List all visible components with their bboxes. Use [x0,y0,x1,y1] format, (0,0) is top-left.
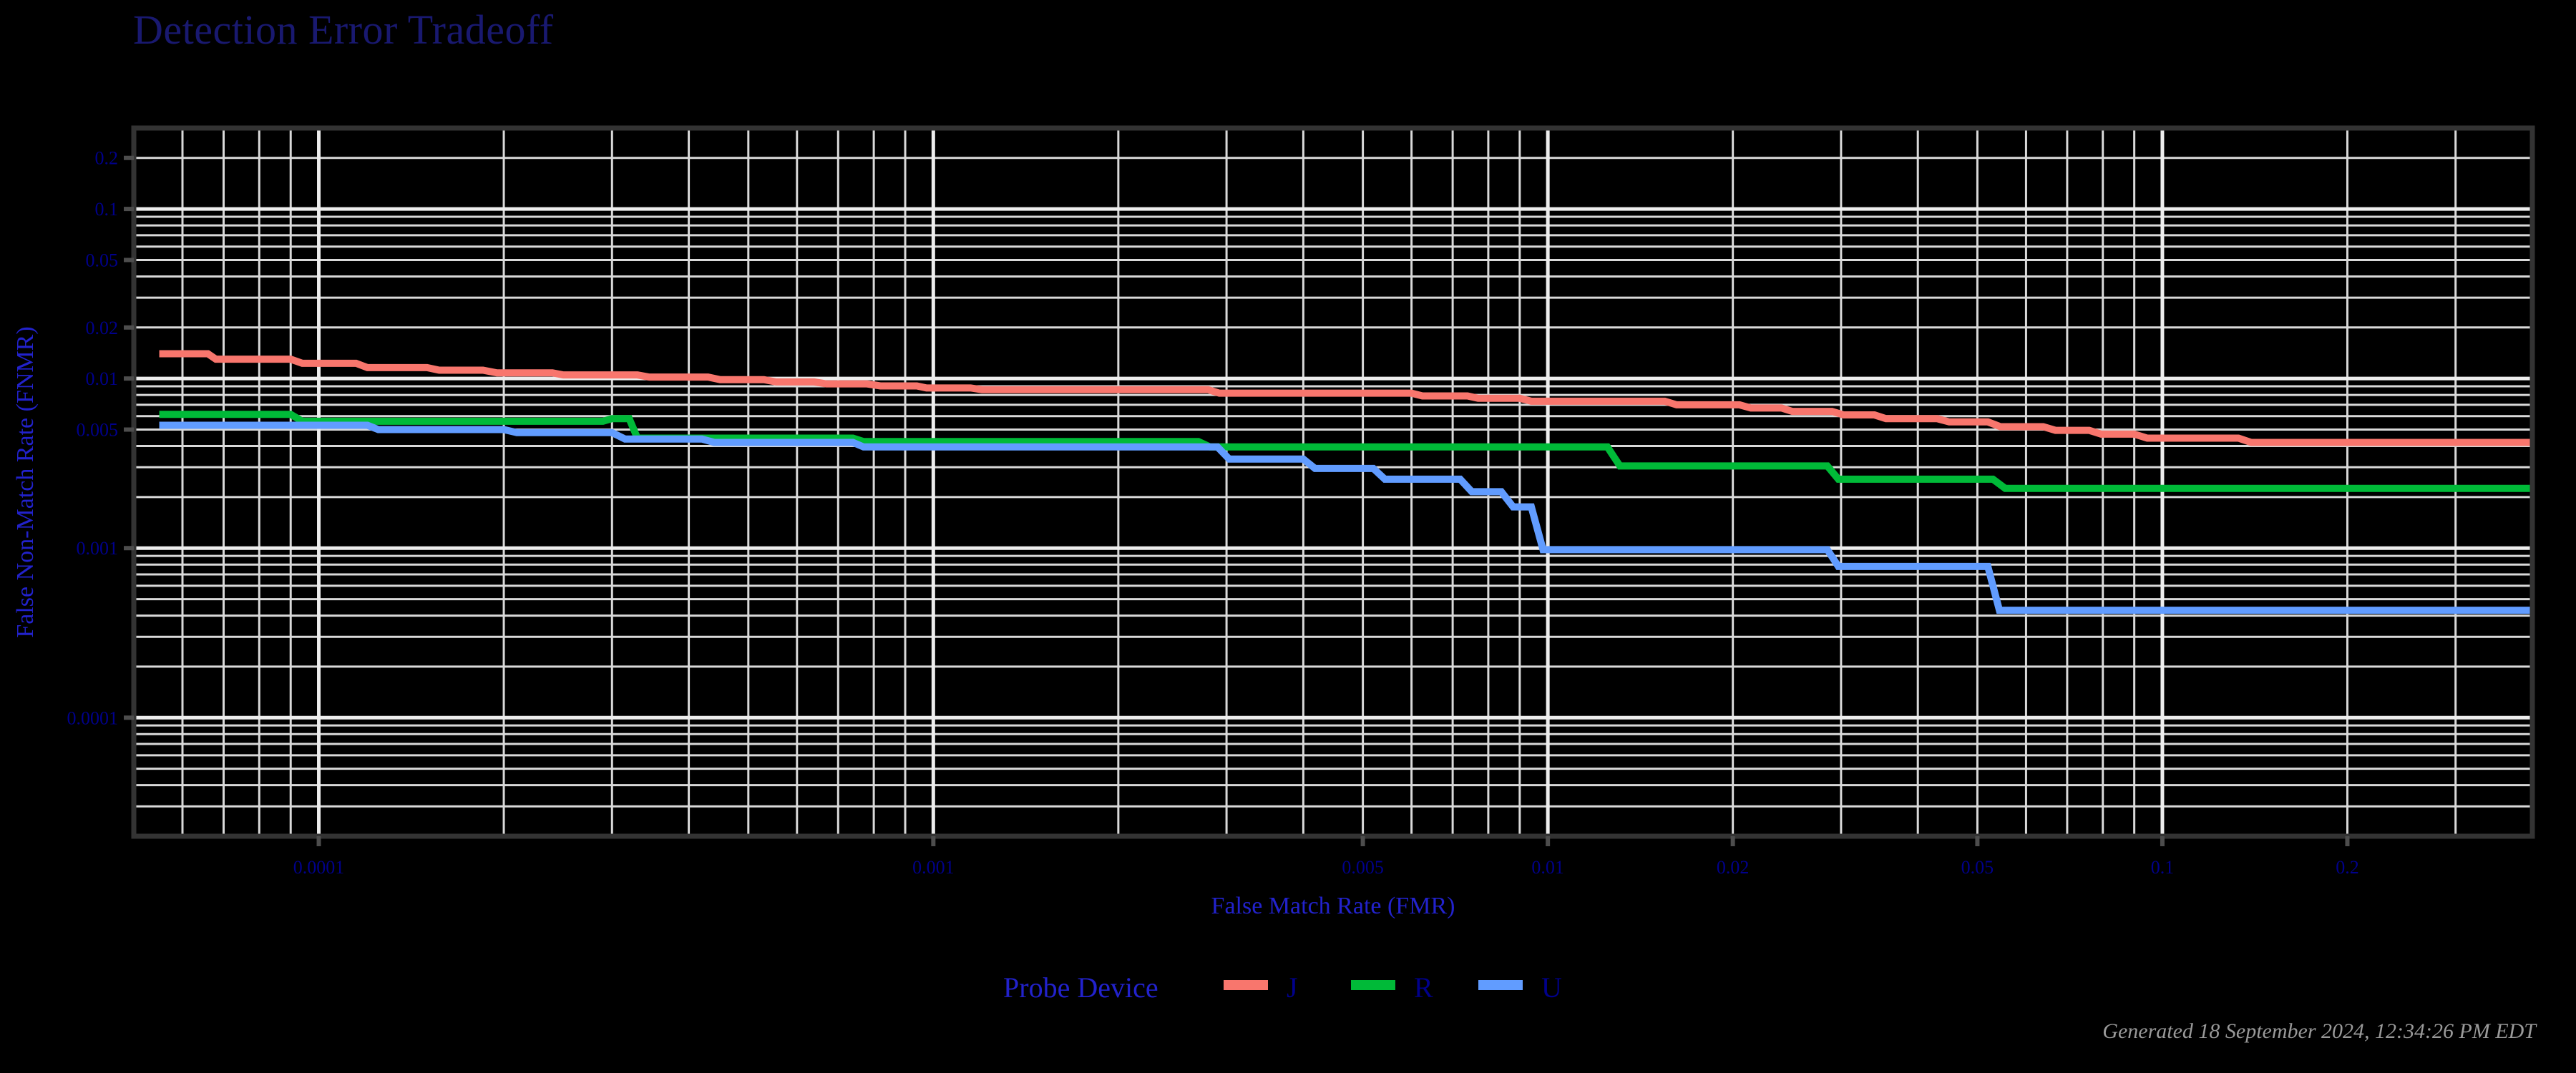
y-tick-label: 0.01 [86,368,119,389]
det-chart: 0.0001 0.001 0.005 0.01 0.02 0.05 0.1 0.2 0.0001… [0,0,2576,1073]
legend-label-R[interactable]: R [1414,971,1433,1004]
y-tick-label: 0.0001 [67,707,119,728]
y-tick-label: 0.05 [86,250,119,270]
y-tick-label: 0.005 [77,420,119,441]
legend-title: Probe Device [1003,971,1158,1004]
legend-label-J[interactable]: J [1287,971,1298,1004]
generated-timestamp: Generated 18 September 2024, 12:34:26 PM… [2102,1019,2536,1043]
legend-label-U[interactable]: U [1541,971,1562,1004]
y-tick-label: 0.1 [95,199,119,220]
x-tick-label: 0.01 [1531,857,1564,878]
x-axis-title: False Match Rate (FMR) [1211,893,1455,919]
y-tick-label: 0.001 [77,538,119,559]
x-tick-label: 0.1 [2151,857,2175,878]
x-tick-label: 0.001 [912,857,955,878]
x-tick-label: 0.2 [2336,857,2359,878]
y-tick-label: 0.02 [86,318,119,338]
legend: Probe Device J R U [1003,971,1562,1004]
x-tick-label: 0.05 [1961,857,1994,878]
x-tick-label: 0.02 [1717,857,1750,878]
legend-key-R[interactable] [1351,980,1395,990]
y-tick-label: 0.2 [95,148,119,169]
chart-svg: 0.0001 0.001 0.005 0.01 0.02 0.05 0.1 0.2 0.0001… [12,125,2535,1004]
x-tick-label: 0.0001 [293,857,345,878]
y-axis-title: False Non-Match Rate (FNMR) [12,326,39,637]
legend-key-U[interactable] [1478,980,1523,990]
legend-key-J[interactable] [1224,980,1268,990]
x-tick-label: 0.005 [1342,857,1384,878]
